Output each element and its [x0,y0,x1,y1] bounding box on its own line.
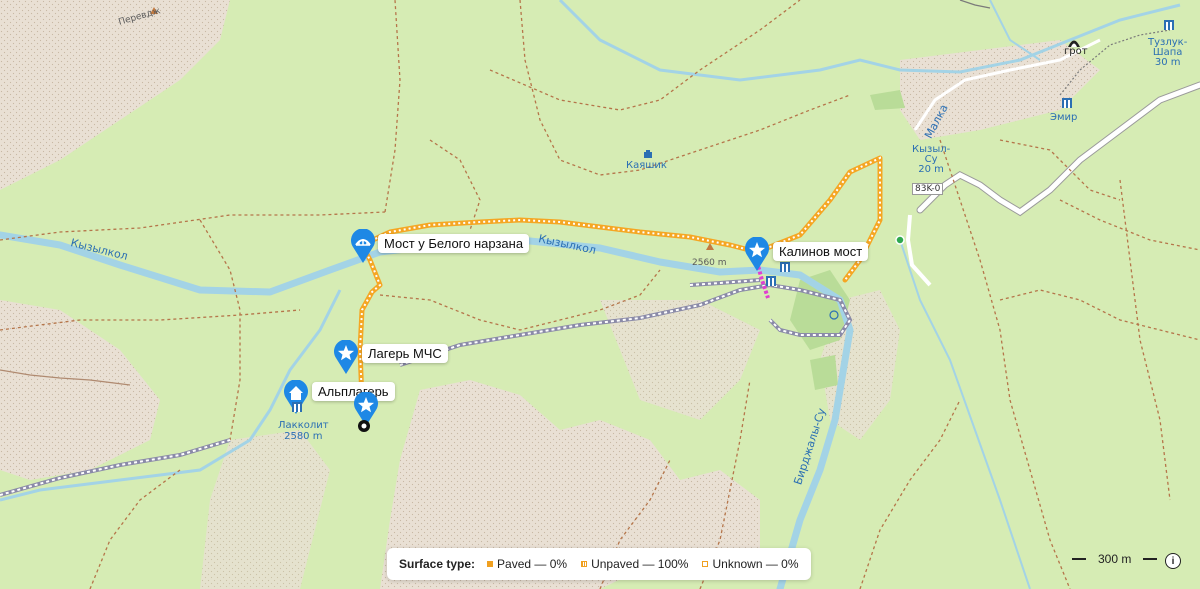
spring-poi-icon-2 [766,276,776,286]
unknown-swatch [702,561,709,567]
place-label-lakkolit: Лакколит 2580 m [278,420,329,442]
place-label-kayashik: Каяшик [626,160,667,171]
emir-poi-icon [1062,98,1072,108]
kalinov-pin[interactable] [744,237,770,273]
legend-item-paved: Paved — 0% [487,557,567,571]
legend-item-unpaved: Unpaved — 100% [581,557,688,571]
legend-title: Surface type: [399,557,476,571]
scale-bar: 300 m [1072,552,1158,566]
shelter-icon [644,150,652,158]
scale-bar-right [1143,558,1158,560]
route-start-marker[interactable] [357,419,371,433]
waypoint-label-mchs[interactable]: Лагерь МЧС [362,344,448,363]
unpaved-swatch [581,561,588,567]
cave-icon [1068,40,1080,47]
place-label-kyzyl-su: Кызыл- Су 20 m [912,144,951,175]
legend-item-unpaved-label: Unpaved — 100% [591,557,689,571]
surface-legend: Surface type: Paved — 0% Unpaved — 100% … [387,548,811,580]
legend-item-unknown: Unknown — 0% [702,557,799,571]
tuzluk-poi-icon [1164,20,1174,30]
lakkolit-poi-icon [292,402,302,412]
scale-bar-left [1072,558,1086,560]
map-base [0,0,1200,589]
spring-poi-icon [780,262,790,272]
place-label-tuzluk: Тузлук- Шапа 30 m [1148,37,1188,68]
road-ref-label: 83K-0 [912,183,944,195]
legend-item-unknown-label: Unknown — 0% [712,557,799,571]
peak-label-2560: 2560 m [692,258,727,268]
scale-label: 300 m [1098,552,1132,566]
waypoint-label-kalinov[interactable]: Калинов мост [773,242,869,261]
mchs-camp-pin[interactable] [333,340,359,376]
map-canvas[interactable]: Перевдж Каяшик грот Тузлук- Шапа 30 m Эм… [0,0,1200,589]
place-label-emir: Эмир [1050,112,1078,123]
legend-item-paved-label: Paved — 0% [497,557,568,571]
bridge-pin[interactable] [350,229,376,265]
paved-swatch [487,561,494,567]
waypoint-label-bridge[interactable]: Мост у Белого нарзана [378,234,530,253]
info-button[interactable]: i [1165,553,1181,569]
